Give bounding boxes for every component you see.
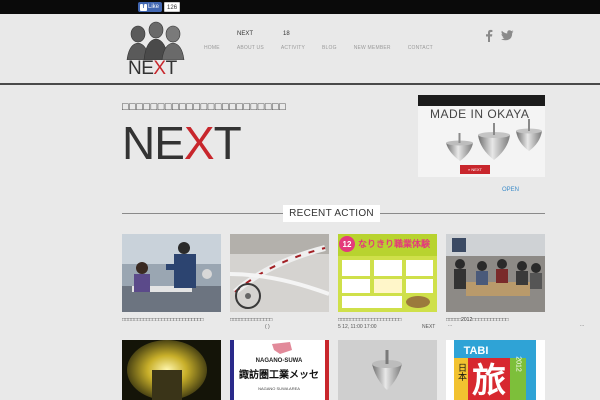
card-sub-3: 5 12, 11:00 17:00 (338, 324, 377, 330)
facebook-like-count: 126 (164, 2, 181, 12)
suwa-messe-poster: NAGANO-SUWA 諏訪圏工業メッセ NAGANO SUWA AREA (230, 340, 329, 400)
card-more-label[interactable]: ... (580, 322, 584, 328)
open-link[interactable]: OPEN (502, 187, 519, 193)
facebook-like-label: Like (148, 4, 160, 10)
flyer-headline: なりきり職業体験 (358, 238, 431, 250)
flyer-date-number: 12 (343, 240, 352, 249)
tabi-poster: TABI 旅 日本 2012 (446, 340, 545, 400)
nav-item-activity[interactable]: ACTIVITY (281, 45, 305, 51)
workshop-photo (122, 234, 221, 312)
logo-portraits-graphic (126, 21, 185, 60)
tabi-side-text: 日本 (456, 363, 467, 382)
hero-title-t: T (213, 117, 242, 169)
messe-top-text: NAGANO-SUWA (256, 358, 303, 364)
logo-text-t: T (165, 58, 178, 79)
logo-wordmark[interactable]: NEXT (128, 58, 177, 80)
glowing-object-photo (122, 340, 221, 400)
tabi-kanji: 旅 (472, 361, 506, 400)
facebook-icon[interactable] (485, 29, 493, 42)
meeting-photo (446, 234, 545, 312)
nav-item-new-member[interactable]: NEW MEMBER (354, 45, 391, 51)
hero-title: NEXT (122, 117, 242, 169)
bicycle-photo (230, 234, 329, 312)
facebook-like-widget[interactable]: f Like 126 (138, 2, 181, 12)
hero-title-x: X (183, 117, 215, 169)
card-caption-2[interactable]: □□□□□□□□□□□□□□ (230, 317, 272, 323)
nav-item-about-us[interactable]: ABOUT US (237, 45, 264, 51)
nav-top-label-next: NEXT (237, 31, 254, 37)
card-sub-2: ( ) (265, 324, 270, 330)
hero-caption: □□□□□□□□□□□□□□□□□□□□□□□ (122, 101, 287, 113)
twitter-icon[interactable] (501, 30, 514, 41)
nav-item-home[interactable]: HOME (204, 45, 220, 51)
card-image-glow[interactable] (122, 340, 221, 400)
card-image-meeting[interactable] (446, 234, 545, 312)
card-image-tabi[interactable]: TABI 旅 日本 2012 (446, 340, 545, 400)
nav-item-blog[interactable]: BLOG (322, 45, 337, 51)
social-links (485, 29, 514, 42)
messe-bottom-text: NAGANO SUWA AREA (258, 386, 300, 391)
job-experience-flyer: 12 なりきり職業体験 (338, 234, 437, 312)
card-caption-3[interactable]: □□□□□□□□□□□□□□□□□□□□□ (338, 317, 401, 323)
card-image-workshop[interactable] (122, 234, 221, 312)
nav-top-labels: NEXT 18 (237, 31, 290, 37)
tabi-word: TABI (464, 345, 489, 357)
facebook-like-button[interactable]: f Like (138, 2, 163, 12)
top-bar: f Like 126 (0, 0, 600, 14)
card-image-flyer[interactable]: 12 なりきり職業体験 (338, 234, 437, 312)
card-sub-4: ... (448, 322, 453, 328)
logo-text-x: X (153, 58, 166, 79)
nav-top-label-18: 18 (283, 31, 290, 37)
nav-item-contact[interactable]: CONTACT (408, 45, 433, 51)
card-image-metal-top[interactable] (338, 340, 437, 400)
facebook-small-icon: f (140, 3, 147, 11)
banner-next-button[interactable]: » NEXT (460, 165, 490, 174)
main-nav: HOME ABOUT US ACTIVITY BLOG NEW MEMBER C… (204, 45, 450, 51)
hero-title-ne: NE (122, 117, 185, 169)
card-image-messe[interactable]: NAGANO-SUWA 諏訪圏工業メッセ NAGANO SUWA AREA (230, 340, 329, 400)
logo-text-ne: NE (128, 58, 154, 79)
section-title-recent-action: RECENT ACTION (283, 205, 380, 222)
metal-top-photo (338, 340, 437, 400)
card-caption-1[interactable]: □□□□□□□□□□□□□□□□□□□□□□□□□□□ (122, 317, 204, 323)
tabi-year: 2012 (515, 356, 522, 372)
card-next-label[interactable]: NEXT (422, 324, 435, 330)
messe-main-text: 諏訪圏工業メッセ (239, 368, 319, 381)
header-divider (0, 83, 600, 85)
card-image-bicycle[interactable] (230, 234, 329, 312)
card-caption-4[interactable]: □□□□□2012□□□□□□□□□□□□ (446, 317, 508, 323)
